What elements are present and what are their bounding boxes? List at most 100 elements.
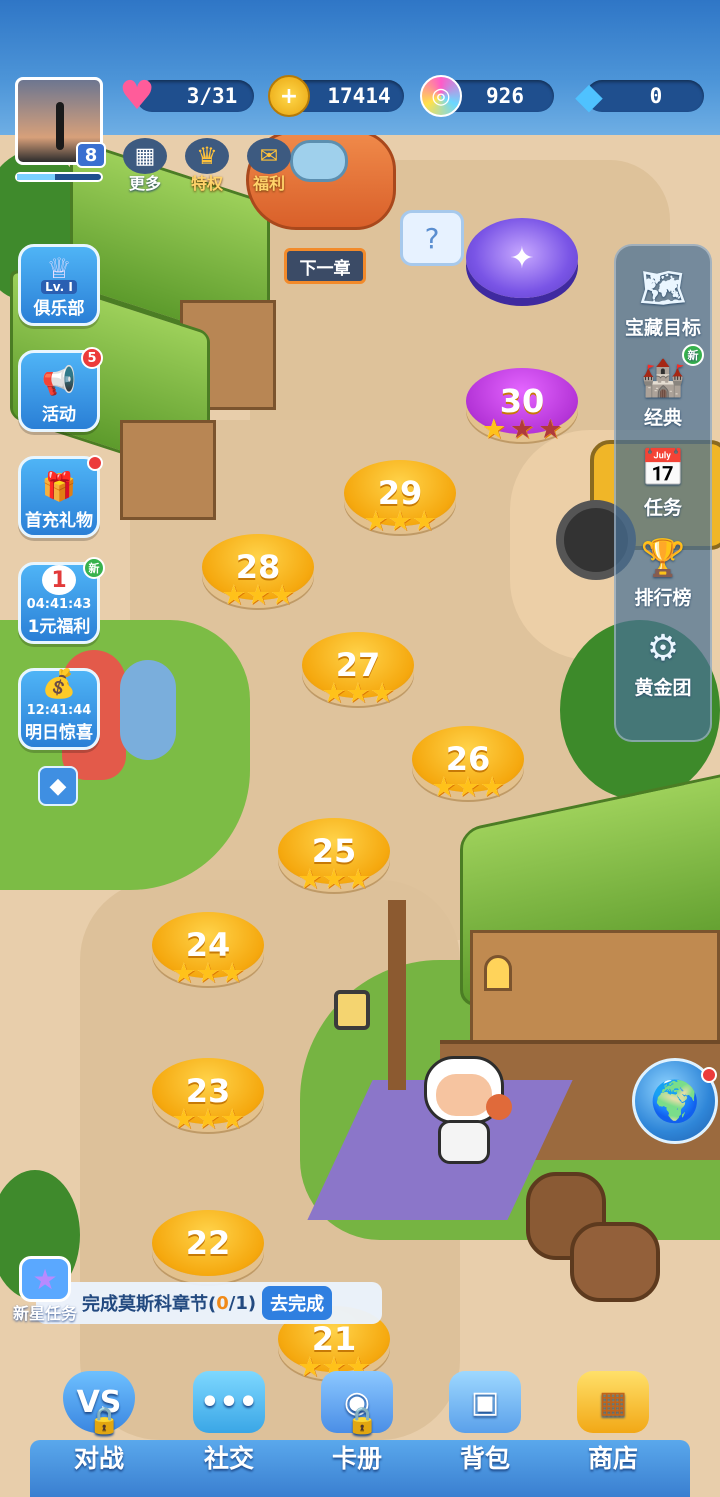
star-task-banner[interactable]: 完成莫斯科章节(0/1) 去完成	[36, 1282, 382, 1324]
activity-label: 活动	[42, 405, 76, 425]
level-stars: ★★★	[171, 1104, 245, 1135]
level-node-23[interactable]: 23 ★★★	[152, 1058, 264, 1135]
classic-label: 经典	[643, 407, 682, 429]
level-node-28[interactable]: 28 ★★★	[202, 534, 314, 611]
level-stars: ★★★	[481, 414, 563, 445]
level-stars: ★★★	[171, 958, 245, 989]
club-label: 俱乐部	[33, 299, 85, 319]
nav-backpack-label: 背包	[459, 1444, 510, 1473]
classic-button[interactable]: 🏰 经典 新	[618, 338, 708, 430]
first-charge-gift-button[interactable]: 🎁 首充礼物	[18, 455, 103, 538]
level-node-30[interactable]: 30 ★ ★ ★	[466, 368, 578, 445]
signpost	[388, 900, 406, 1090]
portal-disc[interactable]: ✦	[466, 218, 578, 298]
lock-icon: 🔒	[88, 1406, 121, 1436]
barrel-2	[570, 1222, 660, 1302]
lamp	[334, 990, 370, 1030]
club-level: Lv. I	[41, 280, 77, 294]
notification-dot	[701, 1067, 717, 1083]
top-bar	[0, 0, 720, 135]
podium-icon: 🏆	[640, 538, 686, 579]
grid-icon: ▦	[123, 138, 167, 174]
first-charge-label: 首充礼物	[25, 511, 93, 531]
treasure-map-icon: 🗺	[640, 268, 686, 309]
megaphone-icon: 📢	[41, 364, 77, 397]
tomorrow-surprise-button[interactable]: 💰 12:41:44 明日惊喜	[18, 667, 100, 750]
player-character[interactable]	[416, 1056, 512, 1172]
nav-backpack[interactable]: ▣ 背包	[430, 1370, 540, 1497]
star-calendar-icon: ★	[19, 1256, 71, 1302]
gold-value: 17414	[327, 84, 391, 108]
boxing-glove-icon	[486, 1094, 512, 1120]
mystery-card-icon[interactable]: ?	[400, 210, 464, 266]
level-node-29[interactable]: 29 ★★★	[344, 460, 456, 537]
level-stars: ★★★	[297, 864, 371, 895]
privilege-button[interactable]: ♛ 特权	[182, 138, 232, 194]
treasure-goal-label: 宝藏目标	[624, 317, 701, 339]
club-button[interactable]: ♕ Lv. I 俱乐部	[18, 244, 100, 326]
hearts-value: 3/31	[186, 84, 238, 108]
welfare-label: 1元福利	[27, 617, 91, 637]
star-task-text-suffix: /1)	[228, 1292, 257, 1314]
level-number: 22	[152, 1210, 264, 1276]
xp-bar	[15, 172, 103, 182]
welfare-timer: 04:41:43	[26, 597, 92, 612]
star-task-progress: 0	[216, 1292, 229, 1314]
house-wall-middle	[120, 420, 216, 520]
nav-battle[interactable]: VS 对战 🔒	[44, 1370, 154, 1497]
money-bag-icon: 💰	[41, 667, 77, 700]
go-complete-button[interactable]: 去完成	[262, 1286, 333, 1320]
level-node-27[interactable]: 27 ★★★	[302, 632, 414, 709]
backpack-icon: ▣	[449, 1371, 521, 1433]
level-node-22[interactable]: 22	[152, 1210, 264, 1276]
nav-social[interactable]: ••• 社交	[174, 1370, 284, 1497]
heart-icon: ♥	[119, 73, 155, 119]
chat-icon: •••	[193, 1371, 265, 1433]
shop-icon: ▦	[577, 1371, 649, 1433]
energy-orb-icon: ◎	[420, 75, 462, 117]
nav-album-label: 卡册	[331, 1444, 382, 1473]
tomorrow-label: 明日惊喜	[25, 723, 93, 743]
star-task-label: 新星任务	[12, 1304, 77, 1323]
gift-icon: ✉	[247, 138, 291, 174]
character-face	[436, 1074, 492, 1116]
level-node-26[interactable]: 26 ★★★	[412, 726, 524, 803]
more-button[interactable]: ▦ 更多	[120, 138, 170, 194]
notification-dot	[87, 455, 103, 471]
star-task-badge[interactable]: ★ 新星任务	[6, 1256, 84, 1330]
diamonds-value: 0	[649, 84, 663, 108]
nav-album[interactable]: ◉ 卡册 🔒	[302, 1370, 412, 1497]
character-body	[438, 1120, 490, 1164]
level-node-25[interactable]: 25 ★★★	[278, 818, 390, 895]
avatar-silhouette	[56, 102, 64, 150]
crown-icon: ♛	[185, 138, 229, 174]
activity-button[interactable]: 📢 活动 5	[18, 347, 103, 432]
level-node-24[interactable]: 24 ★★★	[152, 912, 264, 989]
globe-icon: 🌍	[650, 1078, 700, 1125]
next-chapter-sign[interactable]: 下一章	[284, 248, 366, 284]
tasks-label: 任务	[643, 497, 682, 519]
leaderboard-button[interactable]: 🏆 排行榜	[618, 518, 708, 610]
new-badge: 新	[83, 557, 105, 579]
tasks-button[interactable]: 📅 任务	[618, 428, 708, 520]
diamond-icon: ◆	[575, 75, 603, 117]
one-coin-icon: 1	[42, 565, 76, 595]
gift-box-icon: 🎁	[41, 470, 77, 503]
helm-lock-icon: ⚙	[646, 628, 680, 669]
castle-icon: 🏰	[640, 358, 686, 399]
calendar-icon: 📅	[640, 448, 686, 489]
treasure-goal-button[interactable]: 🗺 宝藏目标	[618, 248, 708, 340]
welfare-button[interactable]: ✉ 福利	[244, 138, 294, 194]
new-badge: 新	[682, 344, 704, 366]
golden-team-button[interactable]: ⚙ 黄金团	[618, 608, 708, 700]
nav-shop[interactable]: ▦ 商店	[558, 1370, 668, 1497]
one-yuan-welfare-button[interactable]: 1 04:41:43 1元福利 新	[18, 557, 105, 644]
level-stars: ★★★	[363, 506, 437, 537]
helicopter-cockpit	[290, 140, 348, 182]
world-globe-button[interactable]: 🌍	[632, 1058, 718, 1144]
nesting-doll-blue	[120, 660, 176, 760]
expand-arrow-icon[interactable]: ◆	[38, 766, 78, 806]
activity-badge: 5	[81, 347, 103, 369]
xp-bar-fill	[17, 174, 55, 180]
golden-team-label: 黄金团	[634, 677, 692, 699]
